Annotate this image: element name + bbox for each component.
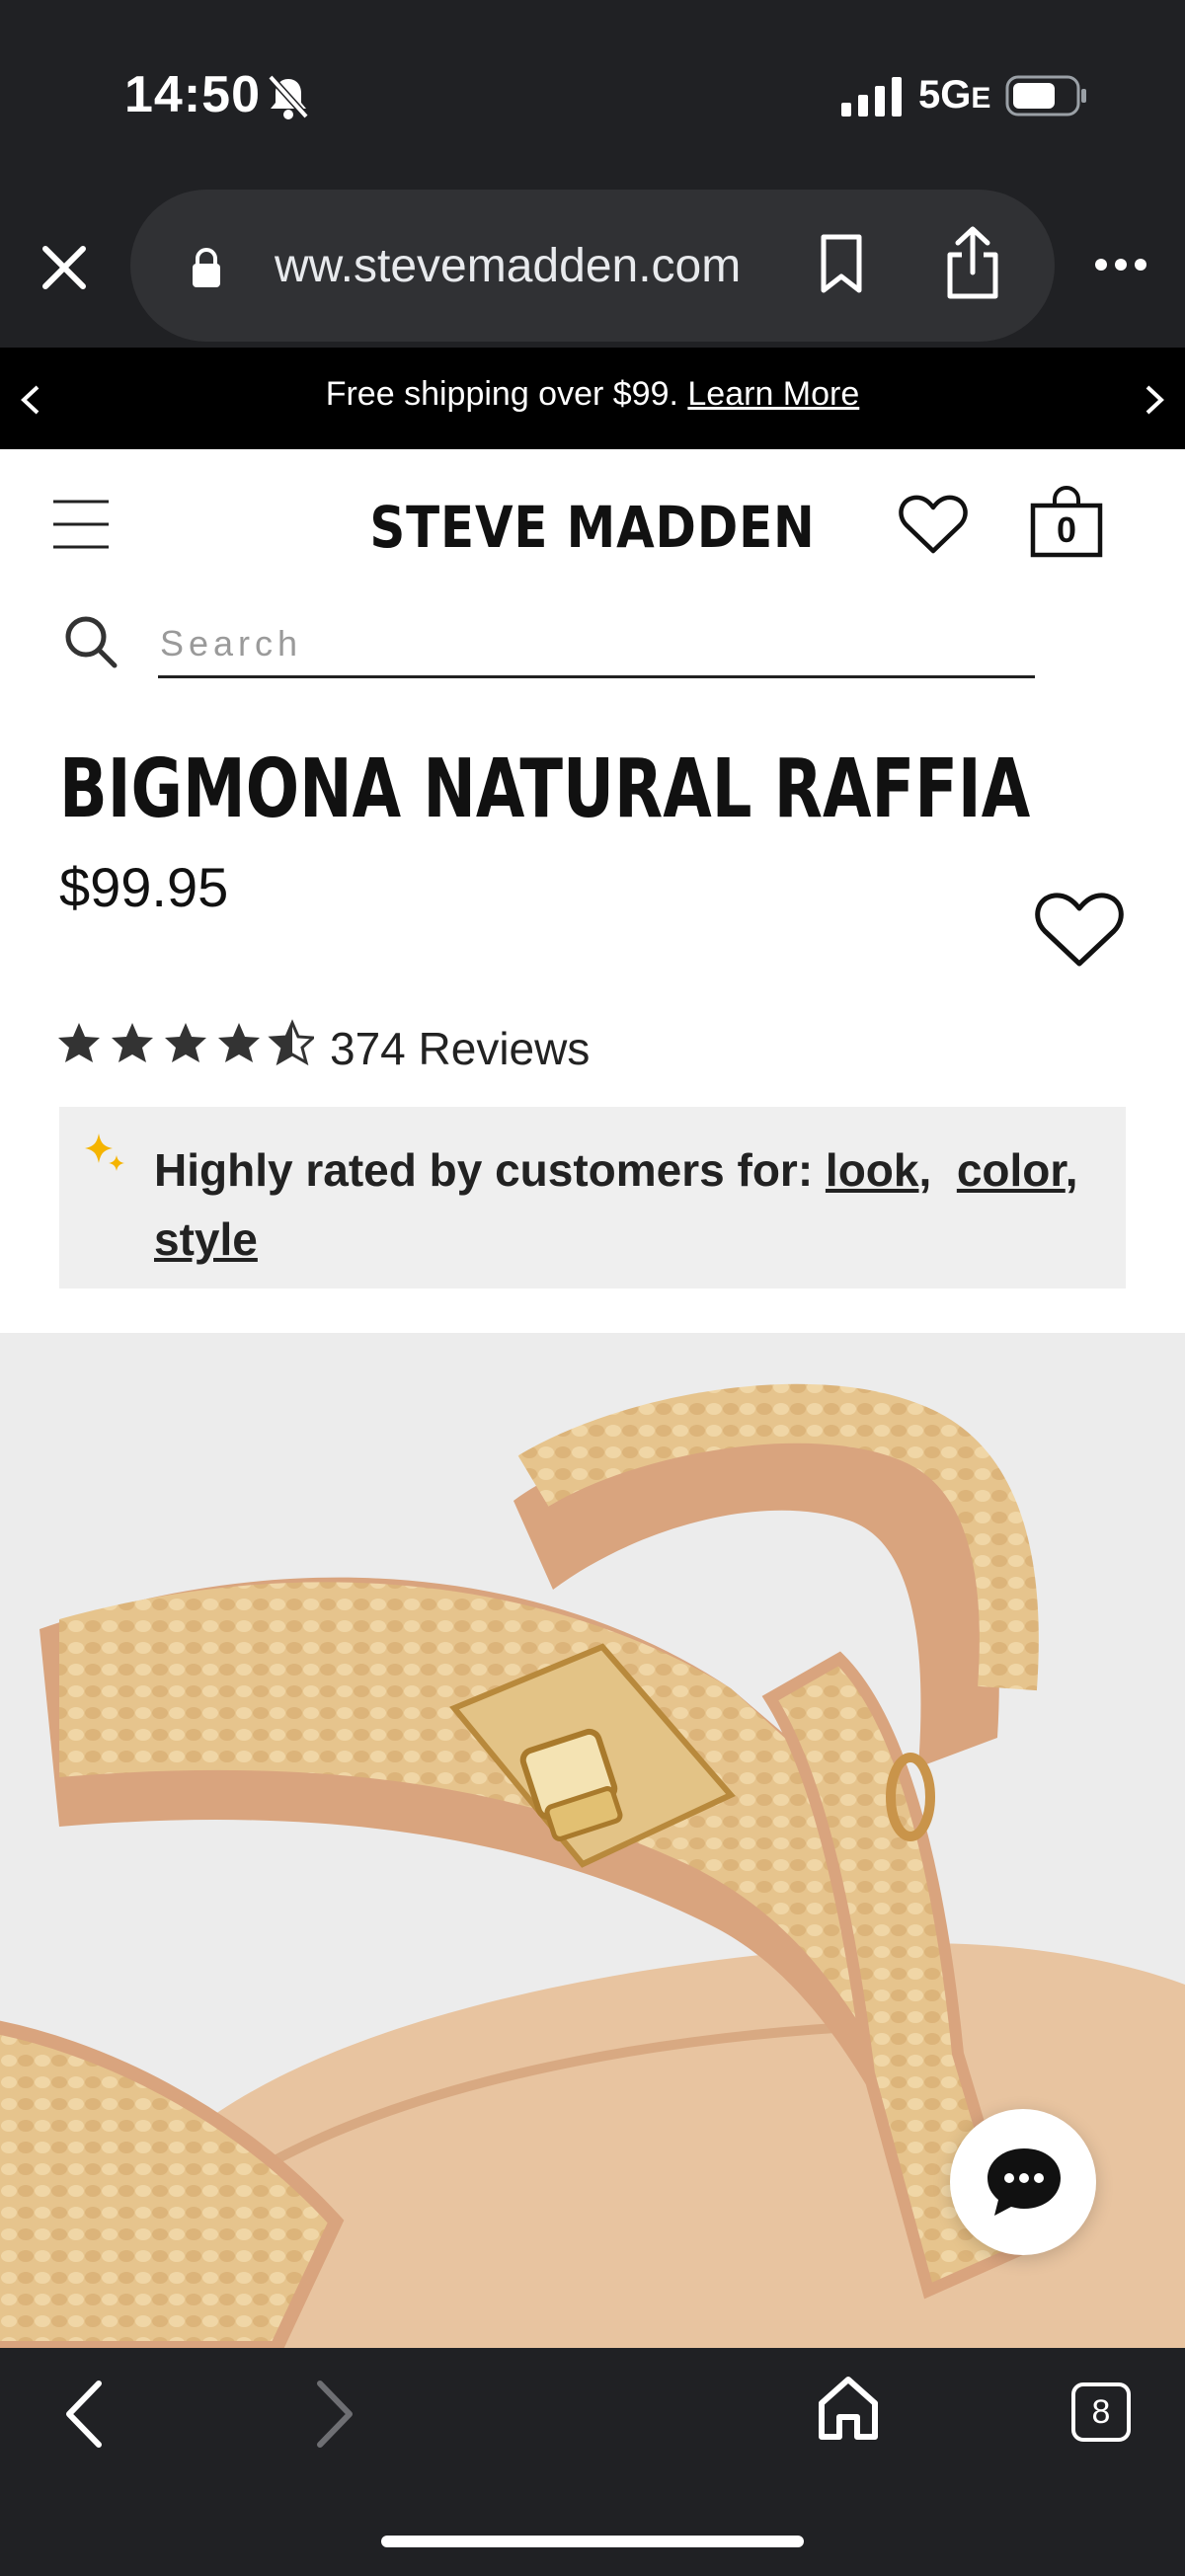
bookmark-icon[interactable] bbox=[818, 233, 865, 296]
star-rating bbox=[58, 1021, 314, 1064]
url-text[interactable]: ww.stevemadden.com bbox=[275, 239, 749, 293]
cart-count: 0 bbox=[1056, 509, 1077, 550]
search-icon[interactable] bbox=[63, 614, 118, 669]
back-icon[interactable] bbox=[61, 2380, 105, 2449]
highly-rated-label: Highly rated by customers for: bbox=[154, 1144, 826, 1196]
home-icon[interactable] bbox=[816, 2374, 881, 2443]
wishlist-header-icon[interactable] bbox=[899, 494, 968, 555]
search-input[interactable] bbox=[158, 616, 1027, 671]
promo-text: Free shipping over $99. bbox=[325, 375, 688, 413]
rated-tag-look[interactable]: look bbox=[826, 1144, 919, 1196]
battery-icon bbox=[1005, 75, 1086, 117]
signal-icon bbox=[841, 77, 902, 117]
learn-more-link[interactable]: Learn More bbox=[687, 375, 859, 413]
star-icon bbox=[58, 1023, 100, 1062]
half-star-icon bbox=[270, 1021, 314, 1064]
sparkle-icon bbox=[85, 1133, 124, 1171]
brand-logo[interactable]: STEVE MADDEN bbox=[363, 494, 822, 561]
chat-icon bbox=[988, 2148, 1061, 2216]
wishlist-product-icon[interactable] bbox=[1035, 891, 1124, 970]
rated-tag-color[interactable]: color bbox=[957, 1144, 1066, 1196]
highly-rated-text: Highly rated by customers for: look, col… bbox=[154, 1144, 1078, 1265]
star-icon bbox=[218, 1023, 260, 1062]
product-price: $99.95 bbox=[59, 856, 229, 918]
lock-icon bbox=[193, 248, 220, 287]
tab-count: 8 bbox=[1091, 2393, 1111, 2431]
status-time: 14:50 bbox=[124, 66, 261, 123]
network-type: 5GE bbox=[918, 73, 991, 117]
star-icon bbox=[165, 1023, 206, 1062]
hamburger-menu-icon[interactable] bbox=[51, 498, 111, 551]
promo-message: Free shipping over $99. Learn More bbox=[0, 375, 1185, 414]
star-icon bbox=[112, 1023, 153, 1062]
forward-icon[interactable] bbox=[314, 2380, 357, 2449]
more-menu-icon[interactable] bbox=[1094, 255, 1147, 274]
search-underline bbox=[158, 675, 1035, 678]
reviews-link[interactable]: 374 Reviews bbox=[330, 1022, 590, 1075]
bell-muted-icon bbox=[268, 74, 309, 119]
promo-next-icon[interactable] bbox=[1142, 383, 1167, 417]
product-title: BIGMONA NATURAL RAFFIA bbox=[59, 742, 1031, 836]
rated-tag-style[interactable]: style bbox=[154, 1213, 258, 1265]
share-icon[interactable] bbox=[944, 225, 1001, 300]
home-indicator bbox=[381, 2536, 804, 2547]
close-tab-icon[interactable] bbox=[40, 243, 89, 292]
